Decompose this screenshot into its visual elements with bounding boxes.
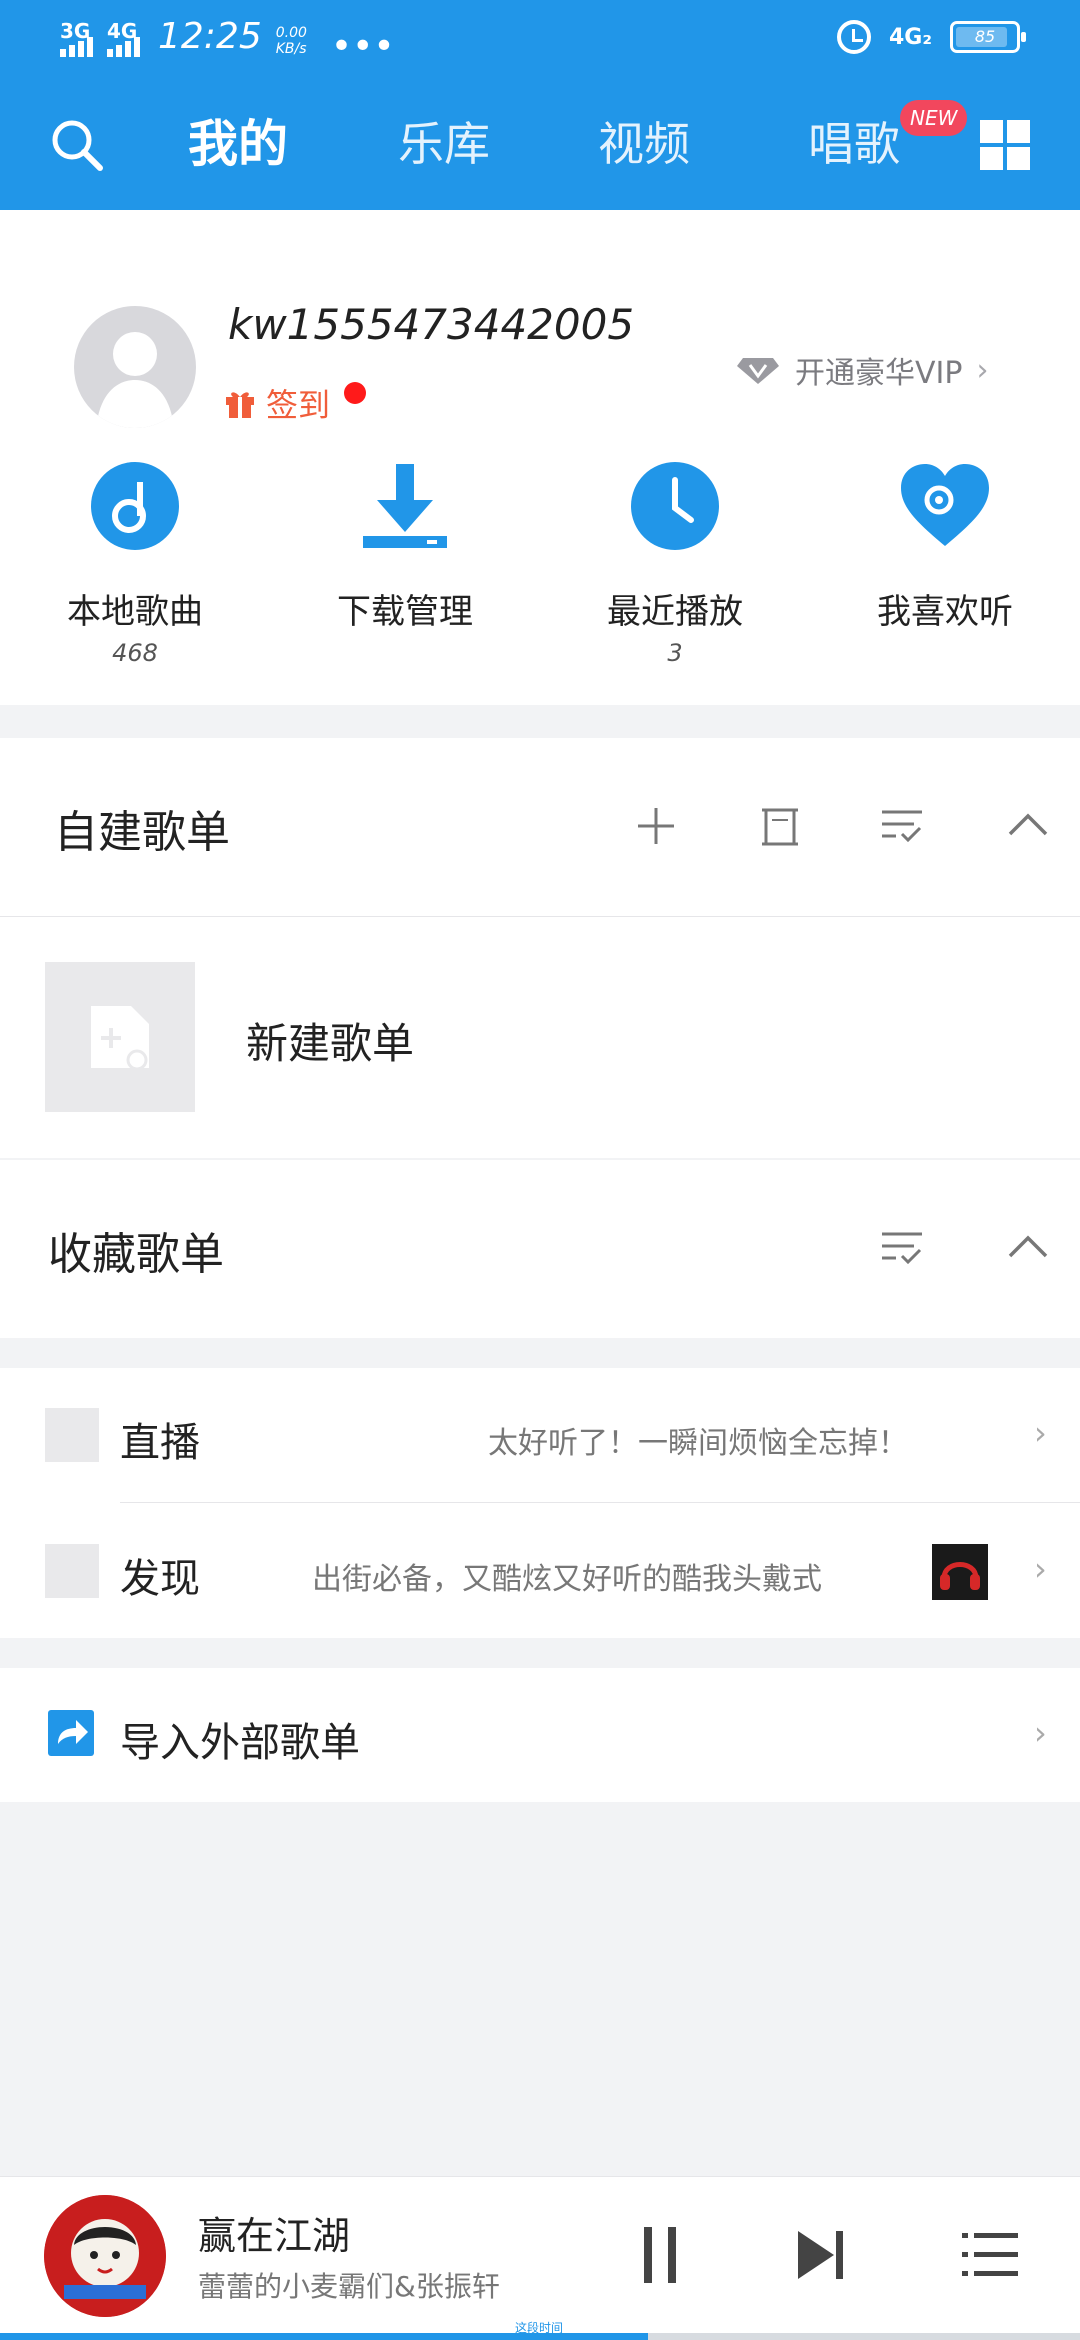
import-row[interactable]: 导入外部歌单 › <box>0 1668 1080 1802</box>
divider <box>120 1502 1080 1503</box>
battery-level: 85 <box>974 27 996 46</box>
search-icon[interactable] <box>48 116 106 174</box>
playlist-queue-icon[interactable] <box>962 2227 1018 2283</box>
shortcut-count <box>820 639 1070 665</box>
chevron-up-icon[interactable] <box>1006 1226 1050 1270</box>
new-playlist-thumb[interactable] <box>45 962 195 1112</box>
grid-menu-icon[interactable] <box>980 120 1030 170</box>
music-note-icon <box>91 462 179 550</box>
album-cover-art <box>44 2195 166 2317</box>
add-music-icon <box>91 1006 149 1071</box>
pause-button[interactable] <box>640 2227 680 2283</box>
shortcut-count: 3 <box>667 639 683 667</box>
custom-playlists-title: 自建歌单 <box>54 807 230 858</box>
status-time: 12:25 <box>158 16 262 57</box>
shortcut-local-songs[interactable]: 本地歌曲 468 <box>10 460 260 667</box>
new-badge: NEW <box>900 100 968 136</box>
album-art[interactable] <box>44 2195 166 2317</box>
battery-icon: 85 <box>950 21 1026 53</box>
import-label: 导入外部歌单 <box>120 1720 360 1766</box>
chevron-up-icon[interactable] <box>1006 804 1050 848</box>
tab-mine[interactable]: 我的 <box>188 114 288 174</box>
shortcut-downloads[interactable]: 下载管理 <box>280 460 530 665</box>
download-icon <box>363 464 447 548</box>
list-item-subtitle: 出街必备，又酷炫又好听的酷我头戴式 <box>312 1562 822 1597</box>
vip-label: 开通豪华VIP <box>795 356 963 391</box>
network-type: 4G₂ <box>888 24 932 50</box>
main-nav: 我的 乐库 视频 唱歌 NEW <box>0 100 1080 200</box>
heart-icon <box>901 464 989 546</box>
chevron-right-icon: › <box>1034 1714 1047 1752</box>
default-avatar-icon <box>96 332 174 428</box>
mini-player[interactable]: 赢在江湖 蕾蕾的小麦霸们&张振轩 这段时间 <box>0 2176 1080 2340</box>
clock-icon <box>631 462 719 550</box>
tab-karaoke[interactable]: 唱歌 <box>808 114 900 174</box>
list-item-live[interactable]: 直播 太好听了！一瞬间烦恼全忘掉！ › <box>0 1368 1080 1502</box>
list-item-discover[interactable]: 发现 出街必备，又酷炫又好听的酷我头戴式 › <box>0 1504 1080 1638</box>
signal-4g-icon: 4G <box>107 19 140 57</box>
next-track-icon[interactable] <box>796 2227 846 2283</box>
tab-music-library[interactable]: 乐库 <box>398 114 490 174</box>
sort-icon[interactable] <box>880 804 924 848</box>
collected-playlists-section: 收藏歌单 <box>0 1160 1080 1338</box>
signal-3g-icon: 3G <box>60 19 93 57</box>
song-title: 赢在江湖 <box>198 2214 351 2258</box>
more-notifications-icon: ••• <box>330 26 395 67</box>
vip-link[interactable]: 开通豪华VIP › <box>735 348 988 392</box>
top-bar: 3G 4G 12:25 0.00 KB/s ••• 4G₂ 85 我的 乐库 视… <box>0 0 1080 210</box>
chevron-right-icon: › <box>1034 1550 1047 1588</box>
discover-thumb <box>45 1544 99 1598</box>
network-speed-unit: KB/s <box>275 41 307 57</box>
tab-video[interactable]: 视频 <box>598 114 690 174</box>
profile-card: kw1555473442005 签到 开通豪华VIP › 本地歌曲 468 下载… <box>0 210 1080 705</box>
avatar[interactable] <box>74 306 196 428</box>
song-artist: 蕾蕾的小麦霸们&张振轩 <box>198 2270 500 2303</box>
chevron-right-icon: › <box>976 352 989 388</box>
feature-rows: 直播 太好听了！一瞬间烦恼全忘掉！ › 发现 出街必备，又酷炫又好听的酷我头戴式… <box>0 1368 1080 1638</box>
add-icon[interactable] <box>634 804 678 848</box>
notification-dot <box>344 382 367 404</box>
shortcut-favorites[interactable]: 我喜欢听 <box>820 460 1070 665</box>
import-arrow-icon <box>48 1710 94 1756</box>
shortcut-label: 最近播放 <box>607 592 743 632</box>
chevron-right-icon: › <box>1034 1414 1047 1452</box>
list-item-label: 直播 <box>120 1420 200 1466</box>
collected-playlists-title: 收藏歌单 <box>48 1229 224 1280</box>
shortcut-count <box>280 639 530 665</box>
lyric-snippet: 这段时间 <box>515 2321 564 2335</box>
sort-icon[interactable] <box>880 1226 924 1270</box>
custom-playlists-section: 自建歌单 新建歌单 <box>0 738 1080 1158</box>
headphones-icon <box>940 1562 980 1590</box>
new-playlist-label[interactable]: 新建歌单 <box>246 1010 414 1071</box>
vip-diamond-icon <box>737 358 779 384</box>
list-item-subtitle: 太好听了！一瞬间烦恼全忘掉！ <box>488 1426 908 1461</box>
status-bar: 3G 4G 12:25 0.00 KB/s ••• 4G₂ 85 <box>0 0 1080 80</box>
list-item-label: 发现 <box>120 1556 200 1602</box>
alarm-icon <box>836 20 871 54</box>
manage-icon[interactable] <box>758 804 802 848</box>
headphones-thumbnail <box>932 1544 988 1600</box>
network-speed-value: 0.00 <box>275 25 307 41</box>
signin-label: 签到 <box>266 386 331 424</box>
gift-icon <box>226 392 254 418</box>
shortcut-label: 下载管理 <box>337 592 473 632</box>
divider <box>0 916 1080 917</box>
shortcut-recent[interactable]: 最近播放 3 <box>550 460 800 667</box>
signal-3g-label: 3G <box>60 19 91 43</box>
username: kw1555473442005 <box>228 300 635 349</box>
shortcut-label: 我喜欢听 <box>877 592 1013 632</box>
shortcut-count: 468 <box>112 639 158 667</box>
live-thumb <box>45 1408 99 1462</box>
shortcut-label: 本地歌曲 <box>67 592 203 632</box>
network-speed: 0.00 KB/s <box>276 25 307 57</box>
shortcut-grid: 本地歌曲 468 下载管理 最近播放 3 我喜欢听 <box>0 460 1080 690</box>
signal-4g-label: 4G <box>107 19 138 43</box>
signin-button[interactable]: 签到 <box>224 380 367 426</box>
